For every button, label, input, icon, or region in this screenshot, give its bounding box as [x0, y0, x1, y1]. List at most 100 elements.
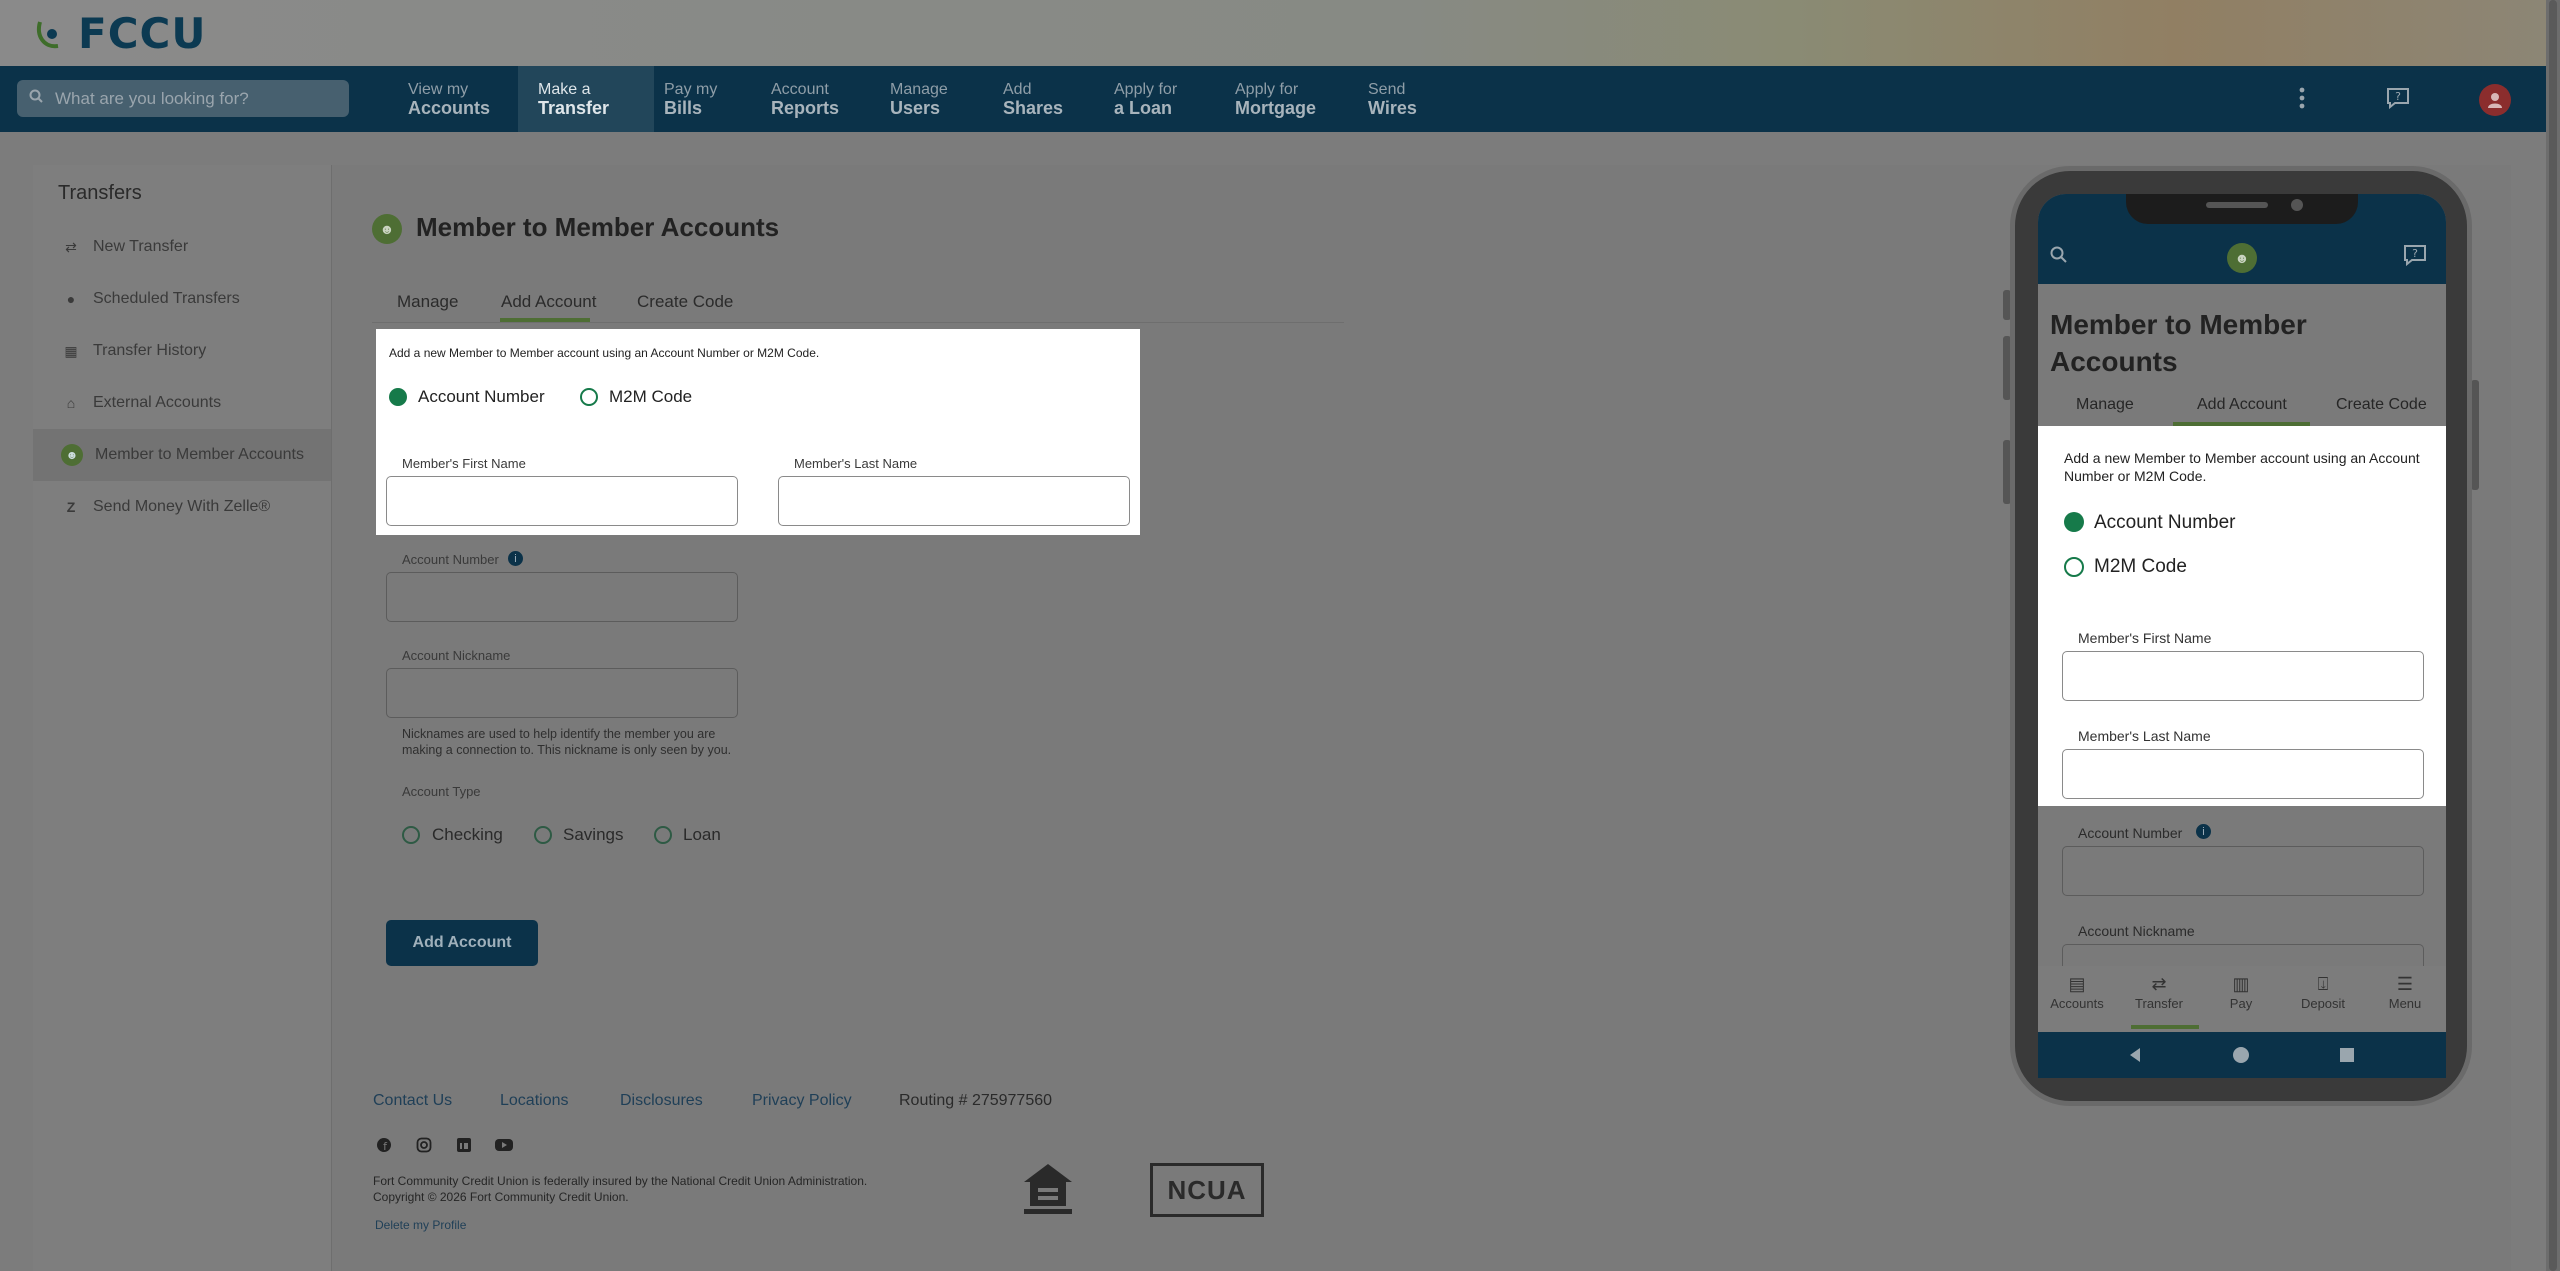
members-icon: ☻: [2227, 243, 2257, 273]
phone-speaker: [2206, 202, 2268, 208]
phone-radio-account-number[interactable]: [2064, 512, 2084, 532]
phone-radio-m2m-code[interactable]: [2064, 557, 2084, 577]
footer-link-contact[interactable]: Contact Us: [373, 1092, 452, 1110]
active-tab-indicator: [500, 318, 590, 322]
tab-create-code[interactable]: Create Code: [637, 292, 733, 312]
instagram-icon[interactable]: [415, 1136, 433, 1154]
phone-account-number-field[interactable]: [2062, 846, 2424, 896]
phone-nav-transfer[interactable]: ⇄ Transfer: [2129, 974, 2189, 1011]
nav-apply-loan[interactable]: Apply for a Loan: [1114, 66, 1204, 132]
info-icon[interactable]: i: [2196, 824, 2211, 839]
phone-first-name-label: Member's First Name: [2078, 630, 2212, 646]
nav-account-reports[interactable]: Account Reports: [771, 66, 861, 132]
nav-label-top: Apply for: [1235, 81, 1299, 98]
nav-pay-bills[interactable]: Pay my Bills: [664, 66, 734, 132]
radio-loan[interactable]: [654, 826, 672, 844]
nav-label-bottom: Mortgage: [1235, 98, 1316, 118]
logo-swoosh-icon: [34, 14, 72, 52]
fccu-logo[interactable]: FCCU: [34, 9, 206, 58]
home-icon[interactable]: [2232, 1046, 2250, 1069]
receipt-icon: ▥: [2232, 974, 2250, 994]
phone-nav-menu[interactable]: ☰ Menu: [2375, 974, 2435, 1011]
nav-label-bottom: Reports: [771, 98, 840, 118]
linkedin-icon[interactable]: [455, 1136, 473, 1154]
sidebar-item-label: Transfer History: [93, 342, 207, 359]
more-vertical-icon[interactable]: [2284, 80, 2320, 116]
phone-account-number-label: Account Number: [2078, 825, 2183, 841]
nav-label-bottom: Transfer: [538, 98, 610, 118]
youtube-icon[interactable]: [495, 1136, 513, 1154]
accounts-icon: ▤: [2068, 974, 2086, 994]
nav-make-transfer[interactable]: Make a Transfer: [518, 66, 654, 132]
recents-icon[interactable]: [2340, 1048, 2354, 1067]
phone-tab-create-code[interactable]: Create Code: [2336, 396, 2427, 414]
ncua-logo: NCUA: [1150, 1163, 1264, 1217]
phone-nickname-field[interactable]: [2062, 944, 2424, 967]
first-name-field[interactable]: [386, 476, 738, 526]
radio-savings[interactable]: [534, 826, 552, 844]
legal-text-2: Copyright © 2026 Fort Community Credit U…: [373, 1190, 629, 1204]
footer-link-locations[interactable]: Locations: [500, 1092, 569, 1110]
help-chat-icon[interactable]: ?: [2402, 243, 2428, 272]
menu-icon: ☰: [2396, 974, 2414, 994]
sidebar-item-new-transfer[interactable]: ⇄ New Transfer: [33, 221, 331, 273]
phone-tab-add-account[interactable]: Add Account: [2197, 396, 2287, 414]
sidebar-item-label: New Transfer: [93, 238, 189, 255]
sidebar-item-zelle[interactable]: Z Send Money With Zelle®: [33, 481, 331, 533]
sidebar-item-member-to-member[interactable]: ☻ Member to Member Accounts: [33, 429, 331, 481]
nickname-help-line-1: Nicknames are used to help identify the …: [402, 727, 716, 741]
delete-profile-link[interactable]: Delete my Profile: [375, 1218, 466, 1232]
phone-nav-label: Pay: [2229, 996, 2253, 1011]
search-input[interactable]: What are you looking for?: [17, 80, 349, 117]
search-placeholder: What are you looking for?: [55, 88, 249, 108]
phone-first-name-field[interactable]: [2062, 651, 2424, 701]
add-account-button[interactable]: Add Account: [386, 920, 538, 966]
phone-nav-pay[interactable]: ▥ Pay: [2211, 974, 2271, 1011]
radio-account-number[interactable]: [389, 388, 407, 406]
svg-text:?: ?: [2412, 247, 2418, 260]
nav-manage-users[interactable]: Manage Users: [890, 66, 970, 132]
footer-link-disclosures[interactable]: Disclosures: [620, 1092, 703, 1110]
swap-icon: ⇄: [2151, 974, 2167, 994]
nav-label-top: Make a: [538, 81, 591, 98]
tab-manage[interactable]: Manage: [397, 292, 458, 312]
phone-nav-accounts[interactable]: ▤ Accounts: [2047, 974, 2107, 1011]
footer-link-privacy[interactable]: Privacy Policy: [752, 1092, 852, 1110]
bank-icon: ⌂: [66, 395, 76, 411]
top-header: [0, 0, 2560, 66]
equal-housing-icon: [1022, 1162, 1074, 1216]
nickname-field[interactable]: [386, 668, 738, 718]
nav-apply-mortgage[interactable]: Apply for Mortgage: [1235, 66, 1335, 132]
info-icon[interactable]: i: [508, 551, 523, 566]
sidebar-item-label: Scheduled Transfers: [93, 290, 240, 307]
sidebar-item-transfer-history[interactable]: ▦ Transfer History: [33, 325, 331, 377]
nav-send-wires[interactable]: Send Wires: [1368, 66, 1438, 132]
sidebar-item-label: Member to Member Accounts: [95, 446, 304, 463]
radio-m2m-code[interactable]: [580, 388, 598, 406]
back-icon[interactable]: [2128, 1047, 2142, 1068]
account-type-label: Account Type: [402, 784, 481, 799]
phone-last-name-label: Member's Last Name: [2078, 728, 2211, 744]
sidebar-item-scheduled-transfers[interactable]: ● Scheduled Transfers: [33, 273, 331, 325]
phone-tab-manage[interactable]: Manage: [2076, 396, 2134, 414]
members-icon: ☻: [61, 444, 83, 466]
search-icon[interactable]: [2050, 246, 2068, 269]
radio-label: Loan: [683, 825, 721, 844]
phone-last-name-field[interactable]: [2062, 749, 2424, 799]
zelle-icon: Z: [66, 499, 76, 515]
phone-camera: [2291, 199, 2303, 211]
user-avatar-icon[interactable]: [2479, 84, 2511, 116]
nav-label-bottom: a Loan: [1114, 98, 1173, 118]
tab-add-account[interactable]: Add Account: [501, 292, 596, 312]
scrollbar-thumb[interactable]: [2549, 0, 2557, 1271]
facebook-icon[interactable]: f: [375, 1136, 393, 1154]
nav-add-shares[interactable]: Add Shares: [1003, 66, 1073, 132]
nav-view-accounts[interactable]: View my Accounts: [388, 66, 518, 132]
sidebar-item-external-accounts[interactable]: ⌂ External Accounts: [33, 377, 331, 429]
account-number-field[interactable]: [386, 572, 738, 622]
last-name-field[interactable]: [778, 476, 1130, 526]
help-chat-icon[interactable]: ?: [2380, 80, 2416, 116]
radio-checking[interactable]: [402, 826, 420, 844]
phone-nav-deposit[interactable]: ⍗ Deposit: [2293, 974, 2353, 1011]
calendar-icon: ▦: [64, 342, 78, 359]
